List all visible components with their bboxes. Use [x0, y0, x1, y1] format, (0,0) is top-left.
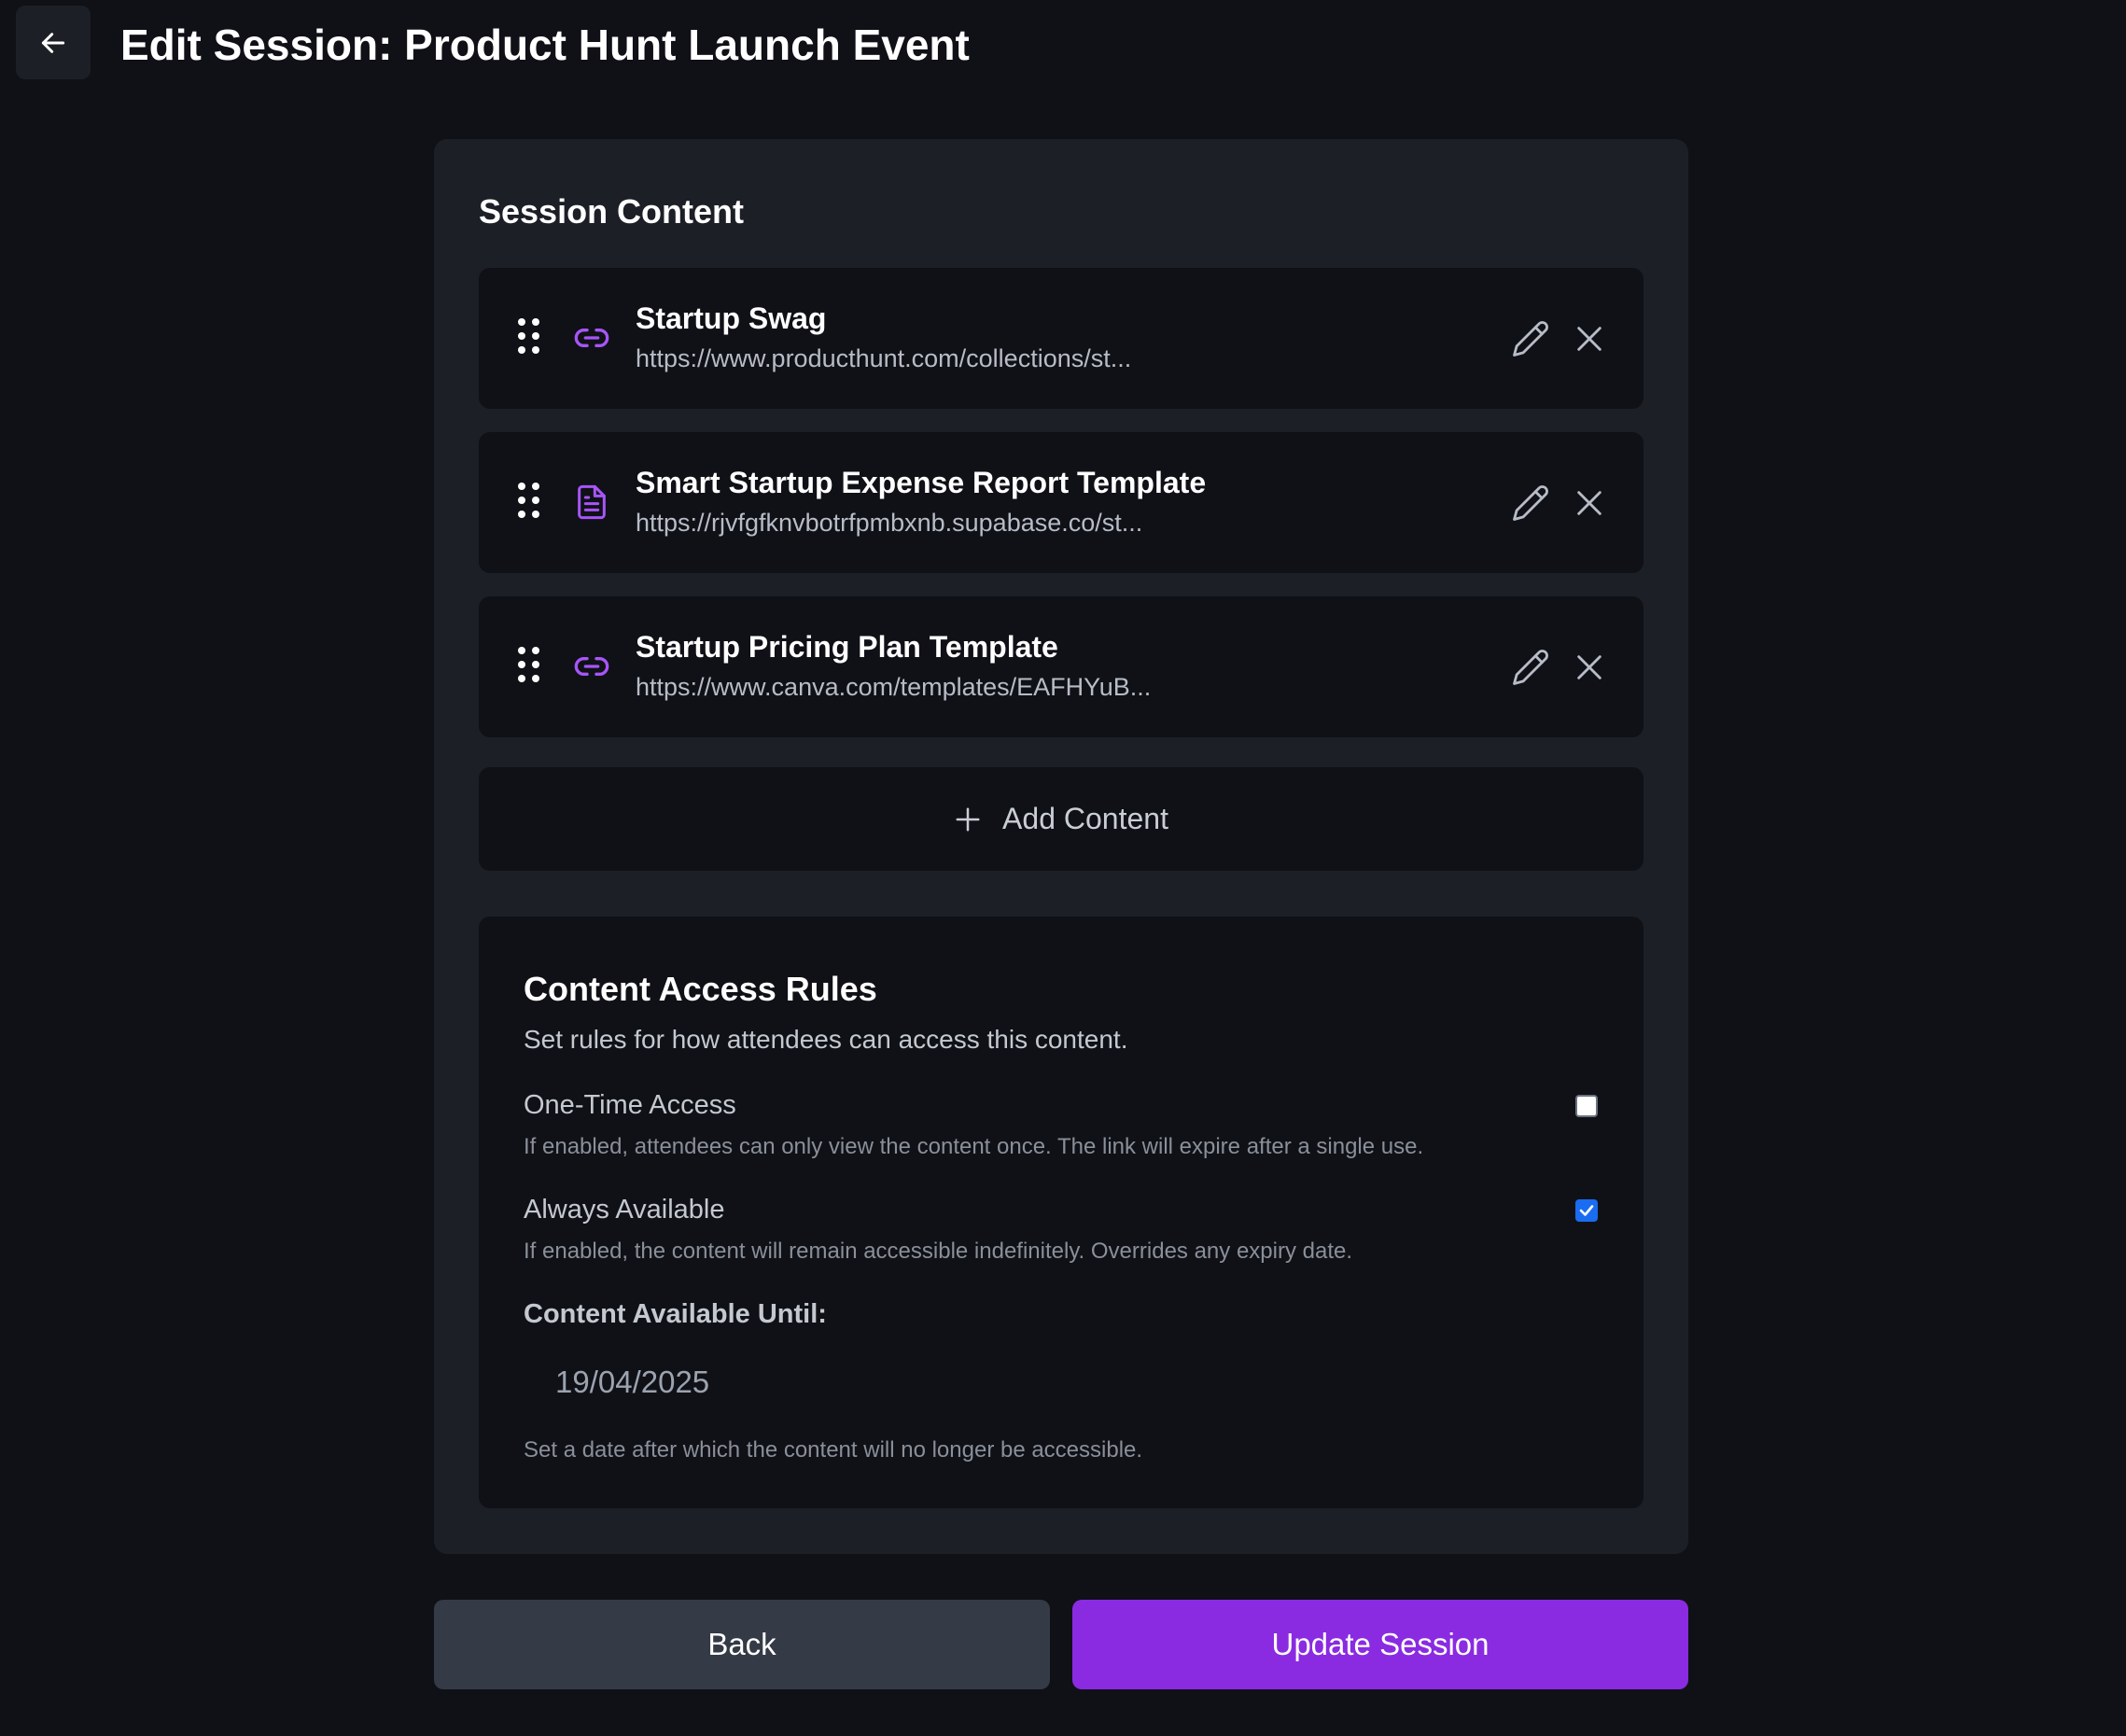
- close-icon[interactable]: [1574, 651, 1605, 683]
- always-available-help: If enabled, the content will remain acce…: [524, 1239, 1353, 1264]
- content-item-title: Smart Startup Expense Report Template: [636, 466, 1207, 499]
- plus-icon: [956, 807, 980, 831]
- link-icon: [574, 657, 609, 676]
- one-time-access-checkbox[interactable]: [1575, 1095, 1598, 1117]
- content-item-title: Startup Swag: [636, 301, 827, 335]
- content-available-until-date-input[interactable]: [524, 1351, 1046, 1413]
- page-title: Edit Session: Product Hunt Launch Event: [120, 21, 970, 69]
- link-icon: [574, 329, 609, 347]
- checkmark-icon: [1579, 1205, 1594, 1216]
- drag-handle-icon[interactable]: [518, 647, 539, 684]
- content-item[interactable]: Smart Startup Expense Report Template ht…: [479, 432, 1643, 573]
- content-item[interactable]: Startup Pricing Plan Template https://ww…: [479, 596, 1643, 737]
- content-available-until-label: Content Available Until:: [524, 1299, 827, 1329]
- content-item-url: https://www.producthunt.com/collections/…: [636, 344, 1132, 372]
- arrow-left-icon: [41, 32, 65, 53]
- rules-description: Set rules for how attendees can access t…: [524, 1025, 1128, 1054]
- close-icon[interactable]: [1574, 487, 1605, 519]
- close-icon[interactable]: [1574, 323, 1605, 355]
- one-time-access-label: One-Time Access: [524, 1090, 736, 1120]
- pencil-icon[interactable]: [1511, 648, 1550, 687]
- pencil-icon[interactable]: [1511, 319, 1550, 358]
- content-item-url: https://rjvfgfknvbotrfpmbxnb.supabase.co…: [636, 509, 1143, 537]
- add-content-button[interactable]: Add Content: [479, 767, 1643, 871]
- one-time-access-help: If enabled, attendees can only view the …: [524, 1134, 1424, 1159]
- content-access-rules: Content Access Rules Set rules for how a…: [479, 917, 1643, 1508]
- drag-handle-icon[interactable]: [518, 483, 539, 520]
- page-header: Edit Session: Product Hunt Launch Event: [0, 0, 2126, 93]
- content-available-until-help: Set a date after which the content will …: [524, 1437, 1143, 1463]
- always-available-checkbox[interactable]: [1575, 1199, 1598, 1222]
- pencil-icon[interactable]: [1511, 483, 1550, 523]
- add-content-label: Add Content: [1002, 802, 1168, 835]
- back-button[interactable]: Back: [434, 1600, 1050, 1689]
- always-available-label: Always Available: [524, 1195, 725, 1225]
- session-content-card: Session Content Startup Swag https://www…: [434, 139, 1688, 1554]
- content-item[interactable]: Startup Swag https://www.producthunt.com…: [479, 268, 1643, 409]
- rules-title: Content Access Rules: [524, 970, 877, 1008]
- document-icon: [578, 484, 606, 520]
- back-arrow-button[interactable]: [16, 6, 91, 79]
- content-item-url: https://www.canva.com/templates/EAFHYuB.…: [636, 673, 1152, 701]
- drag-handle-icon[interactable]: [518, 318, 539, 356]
- update-session-button[interactable]: Update Session: [1072, 1600, 1688, 1689]
- content-item-title: Startup Pricing Plan Template: [636, 630, 1058, 664]
- section-title: Session Content: [479, 192, 745, 231]
